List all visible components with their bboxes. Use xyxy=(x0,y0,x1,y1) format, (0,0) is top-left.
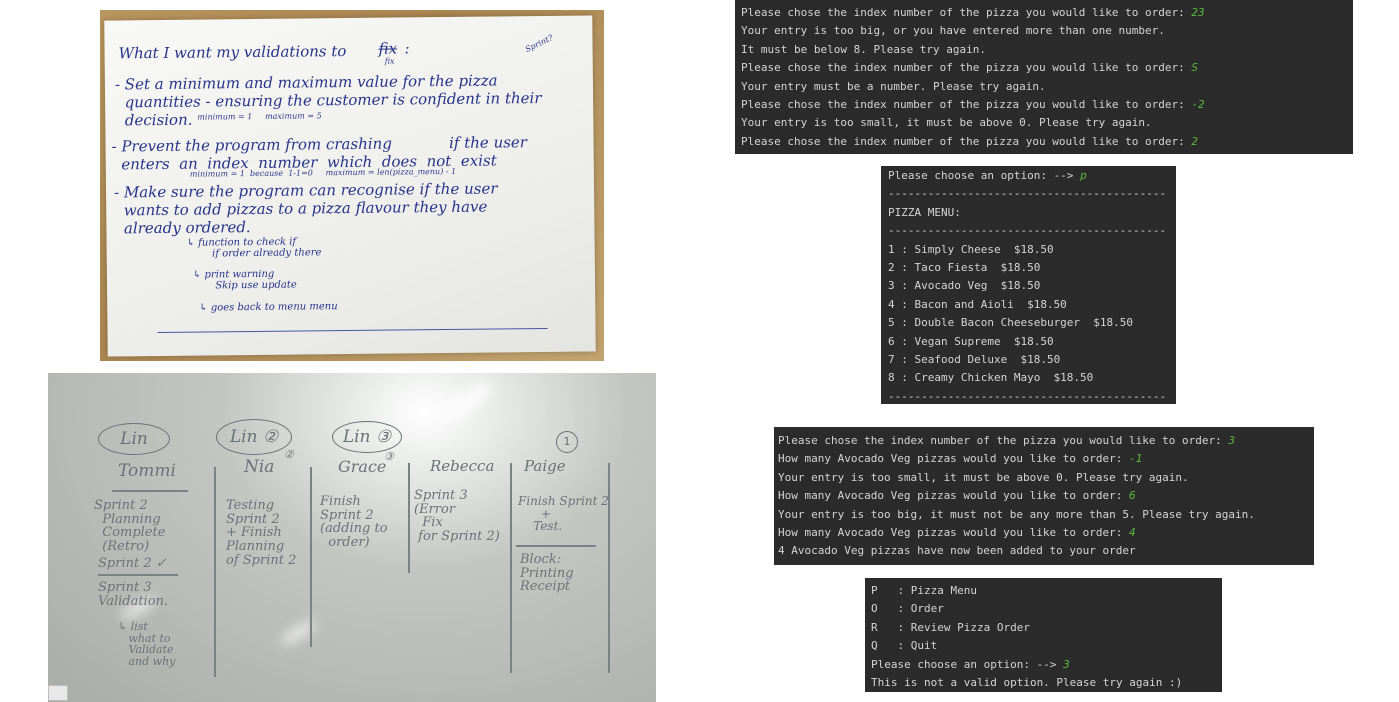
name-rebecca: Rebecca xyxy=(430,457,495,475)
terminal-main-options: P : Pizza Menu O : Order R : Review Pizz… xyxy=(865,578,1222,692)
menu-item: 4 : Bacon and Aioli $18.50 xyxy=(888,297,1067,311)
paper-rule-line xyxy=(157,327,548,334)
lin-label-3: Lin ③ xyxy=(332,421,402,453)
option-line: Q : Quit xyxy=(871,639,938,653)
name-grace: Grace xyxy=(338,457,387,476)
note-bullet-2-detail: minimum = 1 because 1-1=0 maximum = len(… xyxy=(189,166,457,179)
note-title-colon: : xyxy=(404,39,410,58)
paige-block: Block: Printing Receipt xyxy=(520,552,574,595)
terminal-line: Your entry is too big, it must not be an… xyxy=(778,507,1255,521)
menu-item: 2 : Taco Fiesta $18.50 xyxy=(888,260,1041,274)
whiteboard-underline xyxy=(98,574,178,576)
whiteboard-column-divider xyxy=(510,463,512,673)
name-paige: Paige xyxy=(524,457,566,475)
note-subpoint-1: ↳ function to check if if order already … xyxy=(186,236,322,260)
menu-item: 5 : Double Bacon Cheeseburger $18.50 xyxy=(888,316,1134,330)
terminal-line: Please chose the index number of the piz… xyxy=(741,134,1198,148)
lin-label-2: Lin ② xyxy=(216,419,292,455)
terminal-line: How many Avocado Veg pizzas would you li… xyxy=(778,489,1136,503)
terminal-quantity-validation: Please chose the index number of the piz… xyxy=(774,427,1314,565)
user-input: p xyxy=(1080,169,1087,182)
whiteboard-underline xyxy=(516,545,596,547)
whiteboard-column-divider xyxy=(310,467,312,647)
terminal-line: It must be below 8. Please try again. xyxy=(741,42,987,56)
note-bullet-1: - Set a minimum and maximum value for th… xyxy=(114,71,542,130)
terminal-line: How many Avocado Veg pizzas would you li… xyxy=(778,452,1143,466)
paige-tasks: Finish Sprint 2 + Test. xyxy=(518,494,609,534)
terminal-line: This is not a valid option. Please try a… xyxy=(871,675,1183,689)
whiteboard-marker-tray xyxy=(48,685,68,701)
option-line: R : Review Pizza Order xyxy=(871,620,1030,634)
note-title: What I want my validations to xyxy=(118,42,347,63)
note-title-crossed: fix xyxy=(378,39,398,58)
name-grace-mark: ③ xyxy=(384,450,394,463)
name-tommi: Tommi xyxy=(118,461,176,481)
option-line: O : Order xyxy=(871,602,944,616)
user-input: 23 xyxy=(1191,6,1205,19)
whiteboard-circle-number: 1 xyxy=(556,431,578,453)
name-nia: Nia xyxy=(244,457,275,477)
option-line: P : Pizza Menu xyxy=(871,584,977,597)
user-input: 6 xyxy=(1129,489,1136,503)
whiteboard-column-divider xyxy=(408,463,410,573)
note-subpoint-2: ↳ print warning Skip use update xyxy=(192,268,297,292)
whiteboard-underline xyxy=(112,490,188,492)
tommi-tasks: Sprint 2 Planning Complete (Retro) xyxy=(94,498,166,554)
grace-tasks: Finish Sprint 2 (adding to order) xyxy=(320,494,388,550)
nia-tasks: Testing Sprint 2 + Finish Planning of Sp… xyxy=(226,498,297,568)
tommi-sprint2-done: Sprint 2 ✓ xyxy=(98,556,167,571)
user-input: 2 xyxy=(1191,134,1198,148)
tommi-sprint3: Sprint 3 Validation. xyxy=(98,580,169,609)
menu-item: 3 : Avocado Veg $18.50 xyxy=(888,279,1041,293)
user-input: S xyxy=(1191,61,1198,75)
terminal-line: Your entry is too small, it must be abov… xyxy=(778,470,1189,484)
note-subpoint-3: ↳ goes back to menu menu xyxy=(199,301,338,314)
user-input: 3 xyxy=(1228,434,1235,447)
menu-divider: ----------------------------------------… xyxy=(888,389,1167,403)
corner-note: Sprint? xyxy=(523,33,555,55)
terminal-line: Your entry must be a number. Please try … xyxy=(741,79,1046,93)
terminal-line: How many Avocado Veg pizzas would you li… xyxy=(778,525,1136,539)
note-bullet-1-detail: minimum = 1 maximum = 5 xyxy=(197,111,322,122)
menu-item: 6 : Vegan Supreme $18.50 xyxy=(888,334,1054,348)
lin-label-1: Lin xyxy=(98,423,170,455)
terminal-line: Please choose an option: --> 3 xyxy=(871,657,1070,671)
handwritten-notes-photo: What I want my validations to fix fix : … xyxy=(100,10,604,361)
user-input: -1 xyxy=(1129,452,1143,466)
menu-item: 8 : Creamy Chicken Mayo $18.50 xyxy=(888,371,1094,385)
terminal-line: Please chose the index number of the piz… xyxy=(741,6,1205,19)
whiteboard-photo: Lin Lin ② Lin ③ 1 Tommi Nia ② Grace ③ Re… xyxy=(48,373,656,702)
note-bullet-3: - Make sure the program can recognise if… xyxy=(113,179,498,238)
note-title-correction: fix xyxy=(384,56,395,66)
terminal-line: Please chose the index number of the piz… xyxy=(778,434,1235,447)
rebecca-tasks: Sprint 3 (Error Fix for Sprint 2) xyxy=(414,488,500,544)
terminal-line: Your entry is too small, it must be abov… xyxy=(741,116,1152,130)
user-input: 4 xyxy=(1129,525,1136,539)
whiteboard-glare xyxy=(278,618,318,648)
menu-divider: ----------------------------------------… xyxy=(888,224,1167,238)
paper-sheet: What I want my validations to fix fix : … xyxy=(104,15,596,357)
name-nia-mark: ② xyxy=(284,448,294,461)
menu-item: 1 : Simply Cheese $18.50 xyxy=(888,242,1054,256)
user-input: -2 xyxy=(1191,97,1205,111)
terminal-line: Please chose the index number of the piz… xyxy=(741,61,1198,75)
terminal-pizza-menu: Please choose an option: --> p ---------… xyxy=(881,166,1176,404)
terminal-order-index: Please chose the index number of the piz… xyxy=(735,0,1353,154)
menu-divider: ----------------------------------------… xyxy=(888,187,1167,201)
whiteboard-column-divider xyxy=(214,467,216,677)
menu-title: PIZZA MENU: xyxy=(888,205,961,219)
terminal-line: Your entry is too big, or you have enter… xyxy=(741,24,1165,38)
menu-item: 7 : Seafood Deluxe $18.50 xyxy=(888,352,1061,366)
user-input: 3 xyxy=(1063,657,1070,671)
whiteboard-glare xyxy=(438,377,498,425)
terminal-line: Please chose the index number of the piz… xyxy=(741,97,1205,111)
terminal-line: 4 Avocado Veg pizzas have now been added… xyxy=(778,544,1136,558)
terminal-line: Please choose an option: --> p xyxy=(888,169,1087,182)
tommi-sub-task: ↳ list what to Validate and why xyxy=(118,620,176,668)
